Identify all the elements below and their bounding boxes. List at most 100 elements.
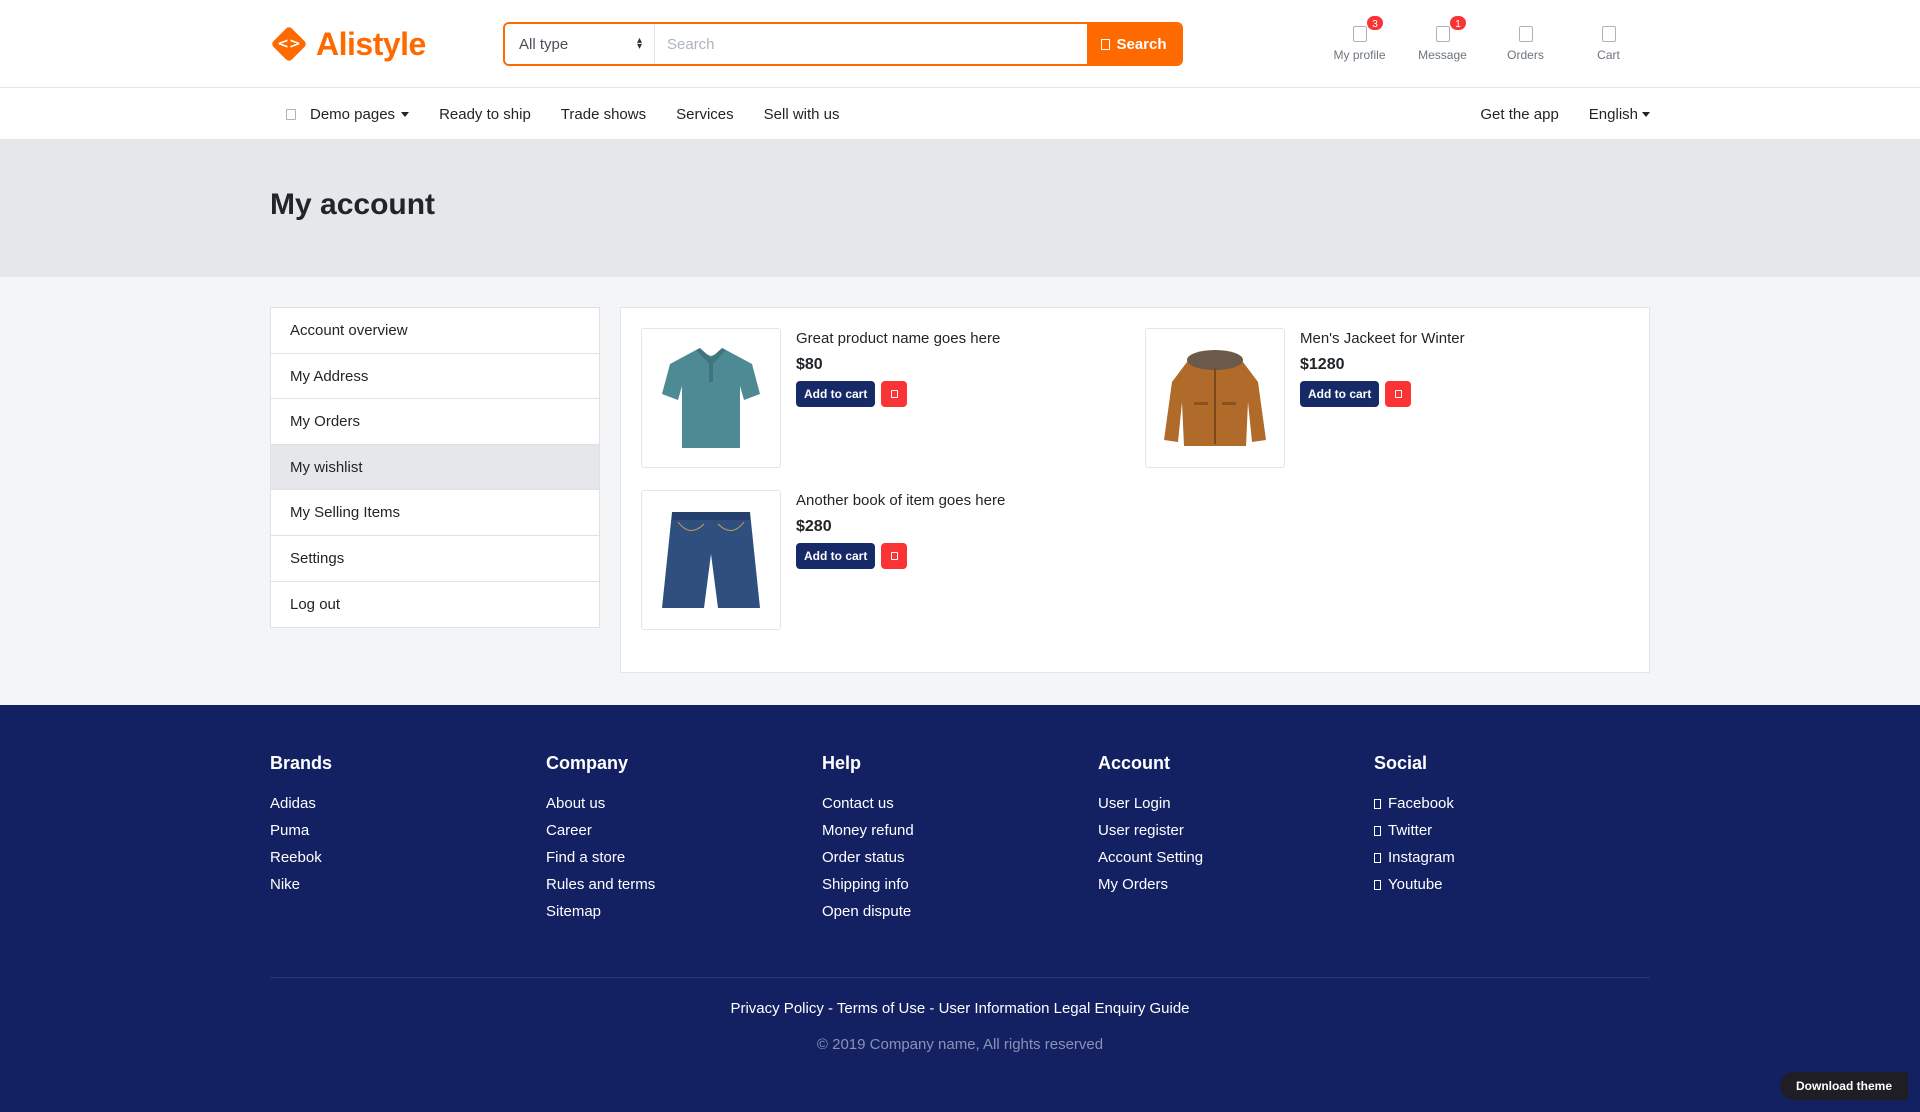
product-name[interactable]: Great product name goes here [796, 330, 1000, 347]
remove-wishlist-button[interactable] [881, 543, 908, 569]
brand-logo[interactable]: <> Alistyle [270, 25, 503, 63]
wishlist-item: Another book of item goes here $280 Add … [641, 490, 1145, 630]
footer-link[interactable]: Career [546, 817, 822, 844]
footer-link[interactable]: Account Setting [1098, 844, 1374, 871]
nav-trade-shows[interactable]: Trade shows [561, 106, 646, 123]
footer-link[interactable]: Find a store [546, 844, 822, 871]
footer-link[interactable]: Contact us [822, 790, 1098, 817]
product-price: $280 [796, 518, 832, 535]
user-icon [1352, 26, 1367, 42]
footer-link[interactable]: My Orders [1098, 871, 1374, 898]
product-price: $1280 [1300, 356, 1345, 373]
sidebar-item-my-selling-items[interactable]: My Selling Items [271, 490, 599, 536]
social-link-youtube[interactable]: Youtube [1374, 871, 1650, 898]
widget-orders[interactable]: Orders [1484, 26, 1567, 62]
trash-icon [1394, 390, 1402, 398]
nav-demo-pages[interactable]: Demo pages [270, 105, 410, 123]
widget-label: Orders [1507, 48, 1544, 62]
sidebar-item-my-wishlist[interactable]: My wishlist [271, 444, 599, 491]
account-sidebar: Account overview My Address My Orders My… [270, 307, 600, 629]
product-name[interactable]: Another book of item goes here [796, 492, 1005, 509]
social-label: Instagram [1388, 849, 1455, 866]
caret-down-icon [1642, 111, 1650, 117]
search-button[interactable]: Search [1087, 24, 1181, 64]
main-nav: Demo pages Ready to ship Trade shows Ser… [0, 88, 1920, 140]
footer-link[interactable]: Order status [822, 844, 1098, 871]
search-input[interactable] [655, 24, 1087, 64]
nav-services[interactable]: Services [676, 106, 734, 123]
facebook-icon [1374, 798, 1381, 809]
sidebar-item-account-overview[interactable]: Account overview [271, 308, 599, 354]
footer-heading: Account [1098, 753, 1170, 773]
widget-message[interactable]: 1 Message [1401, 14, 1484, 62]
footer-link[interactable]: Reebok [270, 844, 546, 871]
widget-my-profile[interactable]: 3 My profile [1318, 14, 1401, 62]
search-type-select[interactable]: All type ▴ ▾ [505, 24, 655, 64]
search-bar: All type ▴ ▾ Search [503, 22, 1183, 66]
search-button-label: Search [1116, 35, 1167, 53]
footer-link[interactable]: User Login [1098, 790, 1374, 817]
footer-link[interactable]: Adidas [270, 790, 546, 817]
social-link-instagram[interactable]: Instagram [1374, 844, 1650, 871]
social-label: Facebook [1388, 795, 1454, 812]
polo-shirt-image [662, 348, 760, 448]
product-image-jacket[interactable] [1145, 328, 1285, 468]
page-header: My account [0, 140, 1920, 277]
social-label: Youtube [1388, 876, 1443, 893]
download-theme-button[interactable]: Download theme [1779, 1072, 1908, 1100]
add-to-cart-button[interactable]: Add to cart [796, 381, 876, 407]
winter-jacket-image [1164, 350, 1266, 446]
nav-sell-with-us[interactable]: Sell with us [764, 106, 840, 123]
denim-shorts-image [662, 512, 760, 608]
site-header: <> Alistyle All type ▴▾ Search 3 My prof… [0, 0, 1920, 88]
trash-icon [890, 552, 898, 560]
language-dropdown[interactable]: English [1589, 106, 1650, 123]
footer-legal-links[interactable]: Privacy Policy - Terms of Use - User Inf… [270, 1000, 1650, 1017]
widget-label: Cart [1597, 48, 1620, 62]
footer-column-help: Help Contact us Money refund Order statu… [822, 753, 1098, 961]
footer-column-brands: Brands Adidas Puma Reebok Nike [270, 753, 546, 961]
product-name[interactable]: Men's Jackeet for Winter [1300, 330, 1465, 347]
sidebar-item-my-orders[interactable]: My Orders [271, 399, 599, 445]
footer-link[interactable]: Money refund [822, 817, 1098, 844]
footer-link[interactable]: Sitemap [546, 898, 822, 925]
footer-heading: Social [1374, 753, 1428, 773]
footer-link[interactable]: Puma [270, 817, 546, 844]
footer-link[interactable]: About us [546, 790, 822, 817]
footer-link[interactable]: Nike [270, 871, 546, 898]
caret-down-icon [401, 111, 410, 117]
footer-link[interactable]: Shipping info [822, 871, 1098, 898]
search-type-value: All type [519, 35, 569, 53]
social-link-facebook[interactable]: Facebook [1374, 790, 1650, 817]
nav-right: Get the app English [1450, 106, 1650, 123]
footer-link[interactable]: Open dispute [822, 898, 1098, 925]
nav-label: Demo pages [310, 105, 396, 123]
sidebar-item-settings[interactable]: Settings [271, 536, 599, 582]
sidebar-item-log-out[interactable]: Log out [271, 582, 599, 628]
product-price: $80 [796, 356, 823, 373]
footer-heading: Help [822, 753, 862, 773]
cart-icon [1601, 26, 1616, 42]
add-to-cart-button[interactable]: Add to cart [796, 543, 876, 569]
youtube-icon [1374, 879, 1381, 890]
nav-ready-to-ship[interactable]: Ready to ship [439, 106, 531, 123]
social-link-twitter[interactable]: Twitter [1374, 817, 1650, 844]
nav-get-the-app[interactable]: Get the app [1480, 106, 1558, 123]
product-image-shorts[interactable] [641, 490, 781, 630]
account-content: Account overview My Address My Orders My… [0, 277, 1920, 705]
widget-cart[interactable]: Cart [1567, 26, 1650, 62]
sidebar-item-my-address[interactable]: My Address [271, 354, 599, 400]
search-icon [1101, 38, 1111, 50]
remove-wishlist-button[interactable] [1385, 381, 1412, 407]
footer-column-company: Company About us Career Find a store Rul… [546, 753, 822, 961]
select-arrows-icon: ▴ ▾ [636, 35, 642, 52]
footer-link[interactable]: User register [1098, 817, 1374, 844]
message-icon [1435, 26, 1450, 42]
product-image-polo-shirt[interactable] [641, 328, 781, 468]
wishlist-card: Great product name goes here $80 Add to … [620, 307, 1650, 673]
remove-wishlist-button[interactable] [881, 381, 908, 407]
profile-badge: 3 [1365, 14, 1385, 32]
wishlist-products: Great product name goes here $80 Add to … [641, 328, 1649, 630]
footer-link[interactable]: Rules and terms [546, 871, 822, 898]
add-to-cart-button[interactable]: Add to cart [1300, 381, 1380, 407]
